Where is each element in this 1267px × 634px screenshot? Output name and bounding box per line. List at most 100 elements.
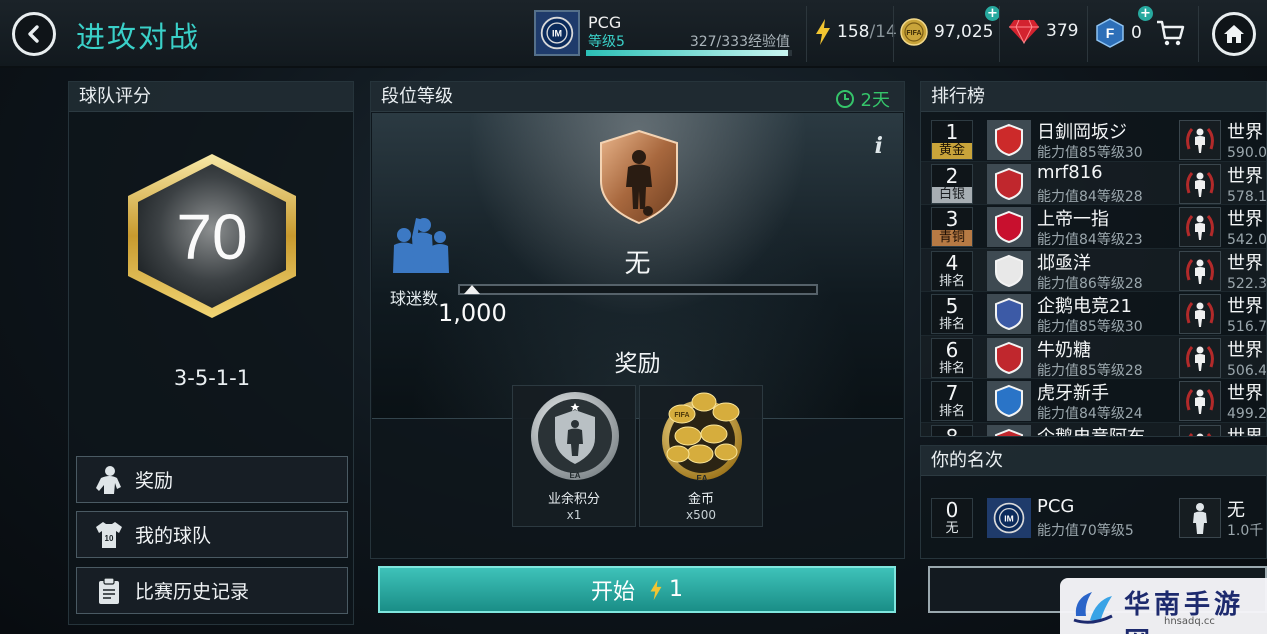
clipboard-icon <box>95 576 123 606</box>
club-badge-icon <box>987 207 1031 247</box>
tier-icon <box>1179 207 1221 247</box>
lightning-icon <box>816 19 830 45</box>
fans-label: 球迷数 <box>390 289 439 308</box>
fifa-points-value: 0 <box>1131 23 1142 43</box>
leaderboard-row[interactable]: 6排名 牛奶糖能力值85等级28 世界506.4千 <box>921 336 1267 379</box>
team-rating-panel: 球队评分 70 3-5-1-1 奖励 10 我的球队 比赛历史记录 <box>68 81 354 625</box>
fifa-points-counter[interactable]: F 0 <box>1096 18 1142 48</box>
lightning-icon <box>650 579 662 600</box>
my-name: PCG <box>1037 496 1075 517</box>
leaderboard-row[interactable]: 3青铜 上帝一指能力值84等级23 世界 542.0千 <box>921 205 1266 249</box>
fifa-points-icon: F <box>1096 18 1124 48</box>
svg-text:FIFA: FIFA <box>674 412 689 419</box>
player-stats: 能力值84等级23 <box>1037 232 1143 248</box>
rank-box: 4 排名 <box>931 250 973 291</box>
rank-number: 6 <box>945 337 959 362</box>
rank-tag: 排名 <box>938 273 965 289</box>
back-button[interactable] <box>12 12 56 56</box>
rank-number: 7 <box>945 381 959 405</box>
rank-number: 4 <box>945 250 959 275</box>
jersey-number: 10 <box>105 534 114 543</box>
tier-name: 世界 <box>1227 122 1263 143</box>
club-badge-icon <box>987 250 1031 291</box>
tier-points: 578.1千 <box>1227 188 1267 205</box>
energy-current: 158 <box>837 22 870 42</box>
info-icon[interactable]: i <box>875 133 883 159</box>
leaderboard-row[interactable]: 4排名 邶亟洋能力值86等级28 世界522.3千 <box>921 249 1266 292</box>
cart-icon[interactable] <box>1155 18 1185 48</box>
reward-card-coins[interactable]: FIFA EA 金币 x500 <box>639 385 763 527</box>
start-button-label: 开始 <box>590 579 635 605</box>
my-rank-panel: 你的名次 0 无 IM PCG 能力值70等级5 无 1.0千 <box>920 445 1267 559</box>
player-name: 虎牙新手 <box>1037 383 1109 404</box>
fans-progress-marker <box>464 285 480 294</box>
reward-name: 业余积分 <box>547 492 600 507</box>
reward-card-points[interactable]: EA 业余积分 x1 <box>512 385 636 527</box>
reward-qty: x500 <box>685 508 716 522</box>
club-badge-icon <box>987 120 1031 160</box>
player-level: 等级5 <box>588 34 625 50</box>
leaderboard-row[interactable]: 7排名 虎牙新手能力值84等级24 世界 499.2千 <box>921 379 1267 423</box>
rank-box: 2 白银 <box>931 163 973 204</box>
tier-icon <box>1179 250 1221 291</box>
tier-icon <box>1179 163 1221 204</box>
match-history-button[interactable]: 比赛历史记录 <box>76 567 348 614</box>
leaderboard-title: 排行榜 <box>921 82 1266 112</box>
player-name: 企鹅电竞21 <box>1037 296 1132 317</box>
leaderboard-row[interactable]: 1黄金 日釧岡坂ジ能力值85等级30 世界 590.0千 <box>921 118 1266 162</box>
start-button[interactable]: 开始 1 <box>378 566 896 613</box>
add-coins-button[interactable]: + <box>985 6 1000 21</box>
leaderboard-list[interactable]: 1黄金 日釧岡坂ジ能力值85等级30 世界 590.0千 2白银 mrf816 能力值84等… <box>921 118 1267 437</box>
energy-counter[interactable]: 158/14 <box>814 18 897 46</box>
my-team-button[interactable]: 10 我的球队 <box>76 511 348 558</box>
svg-text:F: F <box>1106 25 1115 41</box>
tier-name: 世界 <box>1227 209 1263 230</box>
rating-hexagon: 70 <box>124 152 300 320</box>
tier-points: 506.4千 <box>1227 362 1267 379</box>
start-cost-value: 1 <box>669 577 683 602</box>
my-rank-title: 你的名次 <box>921 446 1266 476</box>
tier-points: 499.2千 <box>1227 406 1267 422</box>
player-name: 企鹅电竞阿布 <box>1037 423 1145 437</box>
division-title: 段位等级 <box>371 82 904 112</box>
leaderboard-row[interactable]: 2白银 mrf816 能力值84等级28 世界578.1千 <box>921 162 1267 205</box>
watermark-url: hnsadq.cc <box>1164 616 1215 627</box>
divider <box>1198 6 1199 62</box>
chevron-left-icon <box>28 25 39 43</box>
tier-icon <box>1179 381 1221 421</box>
rank-number: 3 <box>945 207 959 231</box>
fans-icon <box>393 218 449 273</box>
tier-name: 世界 <box>1227 339 1263 361</box>
leaderboard-panel: 排行榜 1黄金日釧岡坂ジ能力值85等级30世界590.0千2白银mrf816能力… <box>920 81 1267 437</box>
home-button[interactable] <box>1212 12 1256 56</box>
team-rating-value: 70 <box>176 201 248 273</box>
formation-label: 3-5-1-1 <box>173 366 251 390</box>
tier-name: 世界 <box>1227 165 1263 187</box>
leaderboard-row[interactable]: 5排名 企鹅电竞21 能力值85等级30 世界 516.7千 <box>921 292 1266 336</box>
top-bar: 进攻对战 IM PCG 等级5 327/333经验值 158/14 FIFA 9… <box>0 0 1267 68</box>
svg-text:IM: IM <box>552 29 562 39</box>
my-rank-row[interactable]: 0 无 IM PCG 能力值70等级5 无 1.0千 <box>921 496 1267 540</box>
clock-icon <box>835 90 854 108</box>
coins-value: 97,025 <box>934 22 994 42</box>
watermark: 华南手游网 hnsadq.cc <box>1060 578 1267 634</box>
rank-box: 3 青铜 <box>931 207 973 247</box>
leaderboard-row[interactable]: 8排名 企鹅电竞阿布 世界 <box>921 423 1266 437</box>
rank-box: 0 无 <box>931 498 973 538</box>
add-points-button[interactable]: + <box>1138 6 1153 21</box>
rank-tag: 无 <box>945 521 959 536</box>
home-icon <box>1224 25 1244 43</box>
player-name: 日釧岡坂ジ <box>1037 122 1127 143</box>
player-stats: 能力值85等级30 <box>1037 145 1143 161</box>
rank-number: 0 <box>945 498 959 522</box>
rewards-button[interactable]: 奖励 <box>76 456 348 503</box>
gems-counter[interactable]: 379 <box>1008 18 1078 44</box>
coins-counter[interactable]: FIFA 97,025 <box>900 18 993 46</box>
jersey-icon: 10 <box>95 520 123 550</box>
rank-number: 2 <box>945 163 959 188</box>
rewards-title: 奖励 <box>614 351 661 377</box>
rank-box: 8排名 <box>931 424 973 436</box>
player-profile[interactable]: IM PCG 等级5 327/333经验值 <box>534 10 796 58</box>
player-stats: 能力值84等级24 <box>1037 406 1143 422</box>
tier-icon <box>1179 424 1221 436</box>
